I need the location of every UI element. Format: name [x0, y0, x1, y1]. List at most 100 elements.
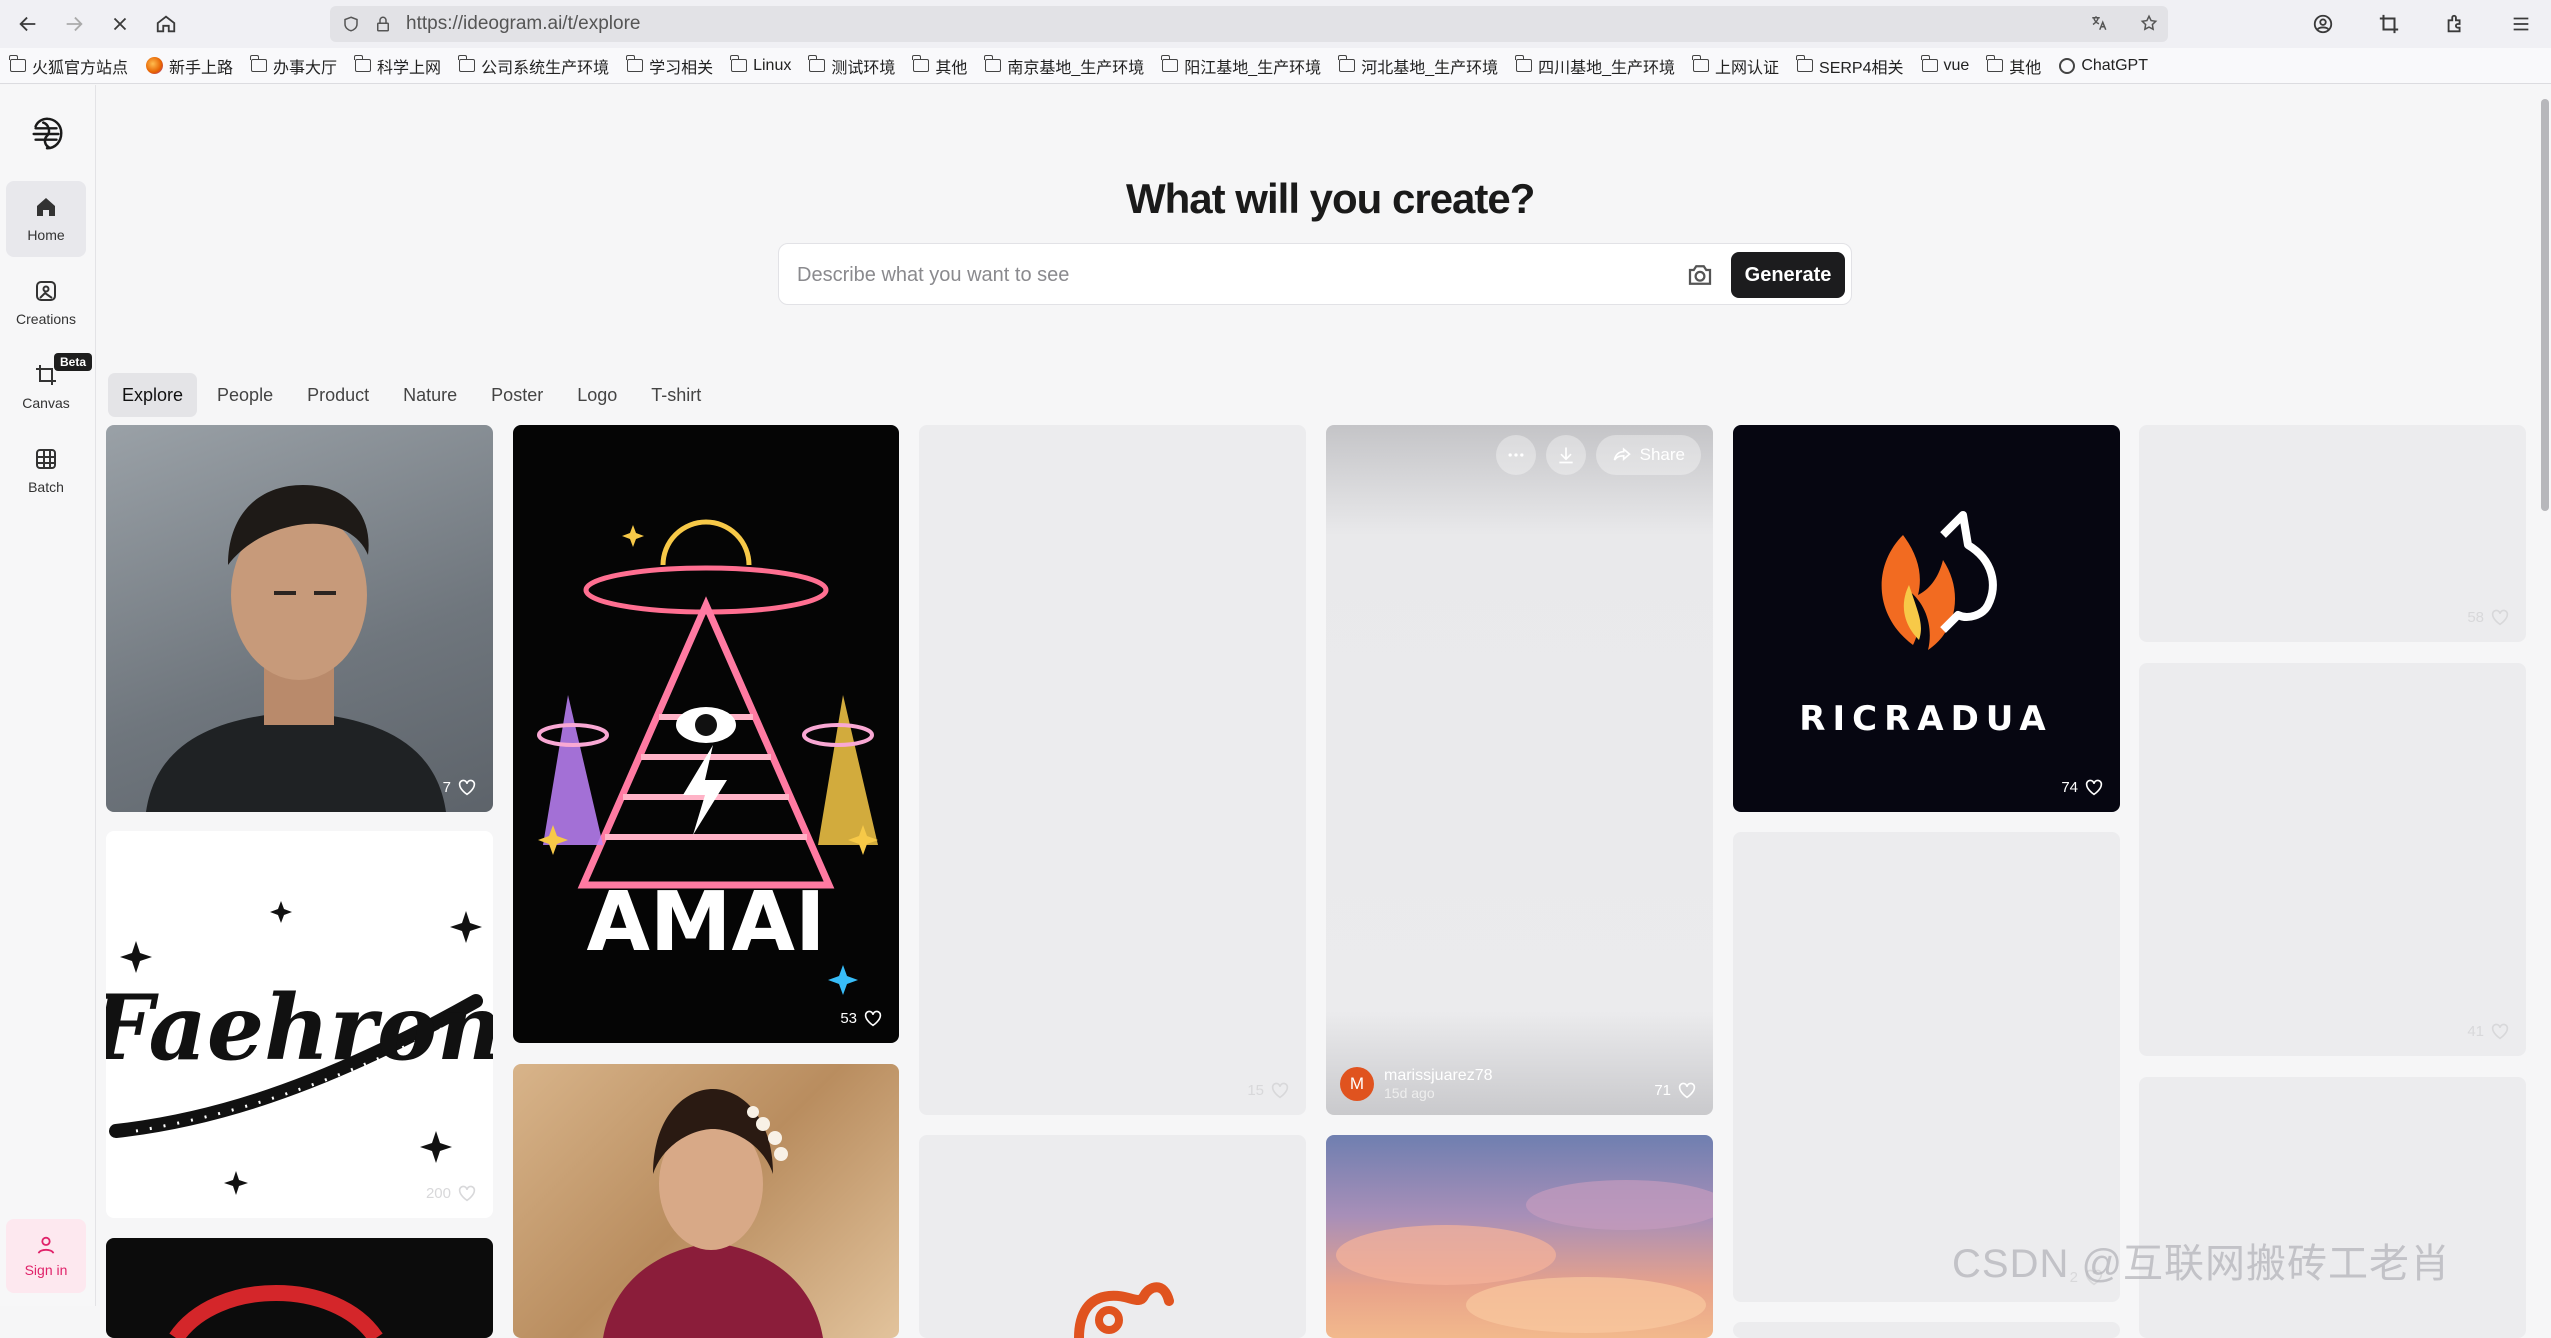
bookmark-item[interactable]: 其他: [1986, 54, 2041, 78]
bookmark-item[interactable]: 河北基地_生产环境: [1338, 54, 1498, 78]
sidebar-item-creations[interactable]: Creations: [6, 265, 86, 341]
more-options-button[interactable]: [1495, 435, 1536, 475]
bookmark-item[interactable]: 学习相关: [626, 54, 713, 78]
translate-icon[interactable]: [2088, 12, 2110, 34]
ellipsis-icon: [1508, 453, 1524, 457]
like-count[interactable]: 15: [1247, 1081, 1290, 1099]
folder-icon: [1986, 55, 2004, 72]
folder-icon: [1692, 55, 1709, 72]
image-card-orange-sketch[interactable]: [919, 1135, 1306, 1338]
like-count[interactable]: 53: [840, 1009, 883, 1027]
folder-icon: [984, 55, 1002, 72]
bookmark-item[interactable]: 公司系统生产环境: [458, 54, 609, 78]
chatgpt-icon: [2059, 57, 2076, 74]
bookmark-item[interactable]: 测试环境: [808, 54, 895, 78]
bookmark-item[interactable]: 其他: [912, 54, 967, 78]
bookmark-item[interactable]: 新手上路: [146, 54, 233, 78]
bookmark-item[interactable]: Linux: [730, 55, 791, 75]
sidebar-item-label: Canvas: [22, 395, 70, 411]
app-viewport: Home Creations Beta Canvas Batch Sign in…: [0, 85, 2551, 1338]
tab-tshirt[interactable]: T-shirt: [637, 373, 715, 417]
back-button[interactable]: [10, 6, 46, 42]
sign-in-label: Sign in: [24, 1262, 68, 1278]
image-card-portrait[interactable]: 7: [106, 425, 493, 812]
tab-people[interactable]: People: [203, 373, 287, 417]
heart-icon: [2491, 1023, 2509, 1040]
bookmark-item[interactable]: 科学上网: [354, 54, 441, 78]
generate-button[interactable]: Generate: [1731, 252, 1845, 298]
tab-product[interactable]: Product: [293, 373, 383, 417]
watermark-text: CSDN @互联网搬砖工老肖: [1952, 1242, 2452, 1286]
ideogram-logo-icon[interactable]: [28, 115, 66, 153]
stop-loading-button[interactable]: [102, 6, 138, 42]
tab-poster[interactable]: Poster: [477, 373, 557, 417]
image-card-featured[interactable]: Share M marissjuarez78 15d ago 71: [1326, 425, 1713, 1115]
folder-icon: [458, 55, 476, 72]
share-button[interactable]: Share: [1595, 435, 1701, 475]
image-card-faehron[interactable]: Faehron 200: [106, 831, 493, 1218]
crop-icon[interactable]: [2371, 6, 2407, 42]
sidebar-item-home[interactable]: Home: [6, 181, 86, 257]
scrollbar-thumb[interactable]: [2541, 99, 2549, 511]
like-count[interactable]: 7: [443, 778, 477, 796]
image-icon: [36, 281, 56, 301]
image-card-ricradua[interactable]: RICRADUA 74: [1733, 425, 2120, 812]
forward-button[interactable]: [56, 6, 92, 42]
sidebar-item-batch[interactable]: Batch: [6, 433, 86, 509]
post-time: 15d ago: [1384, 1085, 1435, 1101]
bookmark-item[interactable]: 四川基地_生产环境: [1515, 54, 1675, 78]
home-icon: [37, 198, 55, 216]
like-count[interactable]: 74: [2061, 778, 2104, 796]
bookmark-item[interactable]: 上网认证: [1692, 54, 1779, 78]
bookmark-item[interactable]: 南京基地_生产环境: [984, 54, 1144, 78]
extensions-icon[interactable]: [2437, 6, 2473, 42]
like-count[interactable]: 41: [2467, 1022, 2510, 1040]
scrollbar[interactable]: [2539, 85, 2551, 1306]
image-card-amai[interactable]: AMAI 53: [513, 425, 899, 1043]
url-text[interactable]: https://ideogram.ai/t/explore: [406, 13, 640, 35]
folder-icon: [912, 55, 930, 72]
sidebar-item-label: Creations: [16, 311, 76, 327]
menu-icon[interactable]: [2503, 6, 2539, 42]
camera-icon[interactable]: [1685, 260, 1715, 290]
bookmark-item[interactable]: SERP4相关: [1796, 54, 1904, 78]
card-author[interactable]: M marissjuarez78 15d ago: [1340, 1067, 1492, 1101]
heart-icon: [2491, 609, 2509, 626]
like-count[interactable]: 71: [1654, 1081, 1697, 1099]
shield-icon[interactable]: [340, 13, 362, 35]
sidebar-item-label: Batch: [28, 479, 64, 495]
account-icon[interactable]: [2305, 6, 2341, 42]
bookmark-item[interactable]: 办事大厅: [250, 54, 337, 78]
prompt-input[interactable]: [797, 258, 1657, 292]
tab-nature[interactable]: Nature: [389, 373, 471, 417]
tab-logo[interactable]: Logo: [563, 373, 631, 417]
ricradua-text: RICRADUA: [1799, 699, 2052, 739]
sign-in-button[interactable]: Sign in: [6, 1219, 86, 1293]
image-card-sky[interactable]: [1326, 1135, 1713, 1338]
sidebar: Home Creations Beta Canvas Batch Sign in: [0, 85, 96, 1306]
folder-icon: [9, 55, 26, 72]
portrait-image: [146, 485, 446, 812]
orange-sketch-image: [1074, 1282, 1174, 1338]
bookmark-star-icon[interactable]: [2138, 12, 2160, 34]
lock-icon[interactable]: [372, 13, 394, 35]
download-button[interactable]: [1545, 435, 1586, 475]
like-count[interactable]: 58: [2467, 608, 2510, 626]
address-bar[interactable]: https://ideogram.ai/t/explore: [330, 6, 2168, 42]
image-card-loading[interactable]: 15: [919, 425, 1306, 1115]
image-card-loading[interactable]: [1733, 1322, 2120, 1338]
home-button[interactable]: [148, 6, 184, 42]
image-card-bride[interactable]: [513, 1064, 899, 1338]
browser-toolbar: https://ideogram.ai/t/explore: [0, 0, 2551, 48]
bookmark-item[interactable]: ChatGPT: [2059, 57, 2148, 75]
image-card-red-logo[interactable]: [106, 1238, 493, 1338]
like-count[interactable]: 200: [426, 1184, 477, 1202]
bookmark-item[interactable]: 火狐官方站点: [9, 54, 128, 78]
bookmark-item[interactable]: vue: [1920, 55, 1969, 75]
image-card-loading[interactable]: 41: [2139, 663, 2526, 1056]
sidebar-item-canvas[interactable]: Beta Canvas: [6, 349, 93, 425]
bookmark-item[interactable]: 阳江基地_生产环境: [1161, 54, 1321, 78]
image-card-loading[interactable]: 58: [2139, 425, 2526, 642]
tab-explore[interactable]: Explore: [108, 373, 198, 417]
image-card-loading[interactable]: [2139, 1077, 2526, 1338]
